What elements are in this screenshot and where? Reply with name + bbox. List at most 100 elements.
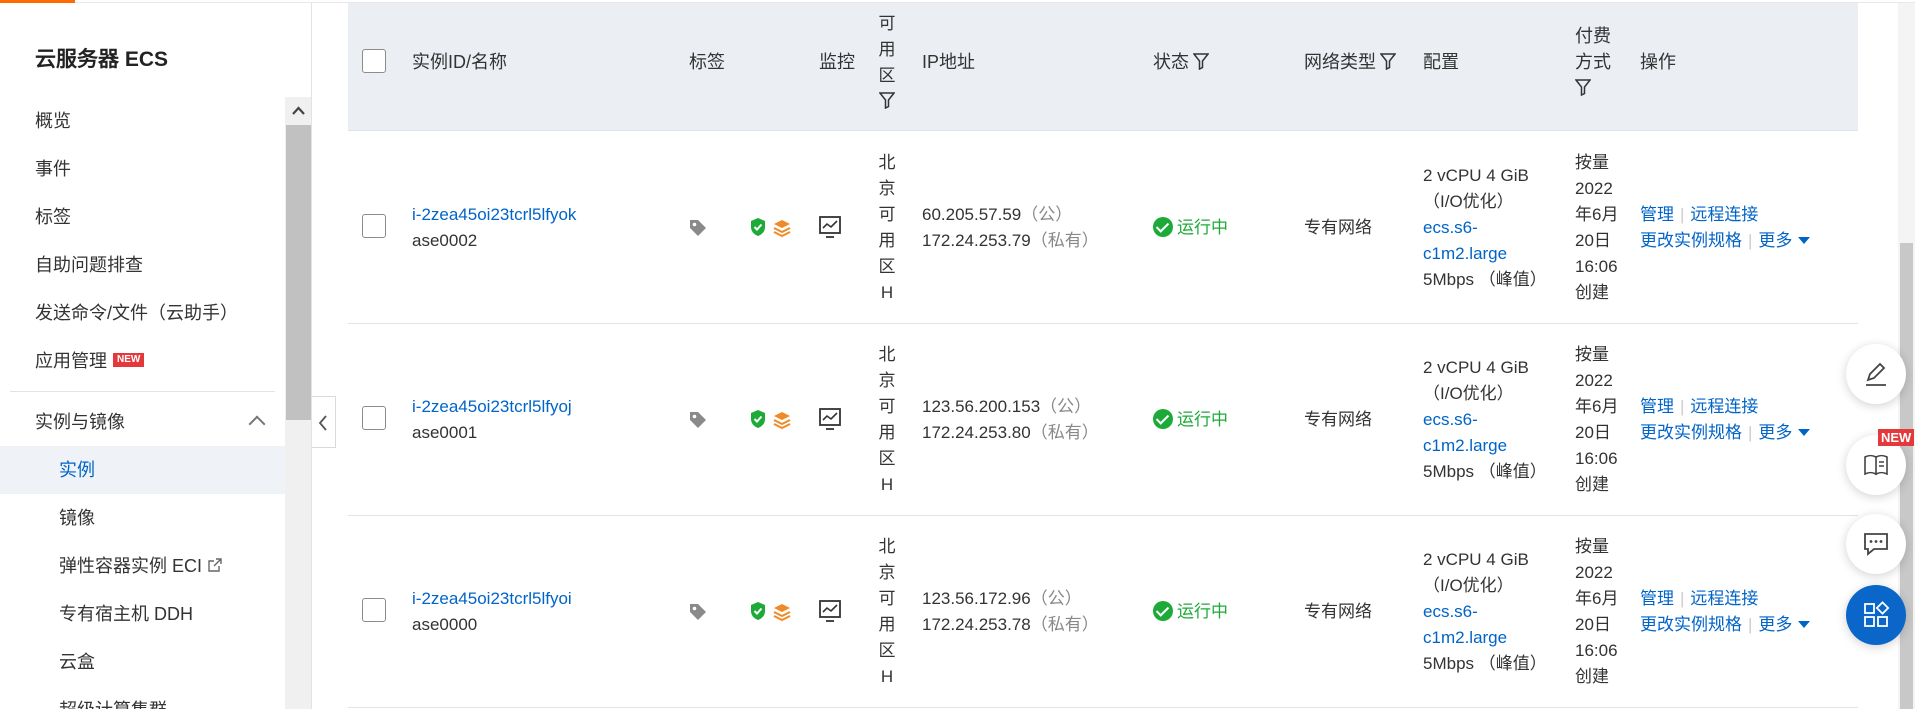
network-type: 专有网络 bbox=[1304, 218, 1372, 237]
sidebar-item-scc[interactable]: 超级计算集群 bbox=[0, 686, 285, 709]
external-link-icon bbox=[208, 558, 222, 572]
billing-line: 16:06 bbox=[1575, 257, 1618, 276]
billing-filter-icon[interactable] bbox=[1575, 79, 1591, 96]
sidebar-item-ddh[interactable]: 专有宿主机 DDH bbox=[0, 590, 285, 638]
more-dropdown[interactable]: 更多 bbox=[1758, 615, 1811, 634]
select-all-checkbox[interactable] bbox=[362, 49, 386, 73]
manage-link[interactable]: 管理 bbox=[1640, 205, 1674, 224]
zone-char: 可 bbox=[878, 589, 896, 608]
remote-connect-link[interactable]: 远程连接 bbox=[1690, 589, 1758, 608]
instance-type-link[interactable]: ecs.s6- c1m2.large bbox=[1423, 599, 1547, 651]
sidebar-item-cloud-assistant[interactable]: 发送命令/文件（云助手） bbox=[0, 289, 285, 337]
chevron-left-icon bbox=[318, 415, 327, 431]
instance-type-link[interactable]: ecs.s6- c1m2.large bbox=[1423, 215, 1547, 267]
security-shield-icon[interactable] bbox=[749, 409, 767, 429]
status-filter-icon[interactable] bbox=[1193, 53, 1209, 70]
scroll-up-arrow-icon[interactable] bbox=[285, 97, 312, 125]
apps-grid-icon bbox=[1864, 601, 1890, 627]
layers-icon[interactable] bbox=[772, 218, 792, 238]
sidebar-scrollbar-thumb[interactable] bbox=[286, 125, 311, 420]
layers-icon[interactable] bbox=[772, 410, 792, 430]
config-cell: 2 vCPU 4 GiB （I/O优化） ecs.s6- c1m2.large 5… bbox=[1423, 163, 1547, 293]
status-text: 运行中 bbox=[1177, 410, 1228, 429]
manage-link[interactable]: 管理 bbox=[1640, 589, 1674, 608]
header-tags: 标签 bbox=[689, 52, 725, 72]
zone-cell: 北 京 可 用 区 H bbox=[877, 534, 897, 690]
instance-cell: i-2zea45oi23tcrl5lfyoi ase0000 bbox=[412, 586, 572, 638]
billing-line: 20日 bbox=[1575, 615, 1611, 634]
more-dropdown[interactable]: 更多 bbox=[1758, 423, 1811, 442]
more-dropdown[interactable]: 更多 bbox=[1758, 231, 1811, 250]
sidebar-item-overview[interactable]: 概览 bbox=[0, 97, 285, 145]
sidebar-group-instances-images[interactable]: 实例与镜像 bbox=[0, 398, 285, 446]
sidebar-item-events[interactable]: 事件 bbox=[0, 145, 285, 193]
zone-filter-icon[interactable] bbox=[879, 92, 895, 110]
more-label: 更多 bbox=[1758, 615, 1793, 634]
collapse-sidebar-button[interactable] bbox=[312, 396, 336, 448]
header-network-label: 网络类型 bbox=[1304, 52, 1376, 72]
tag-icon[interactable] bbox=[688, 218, 708, 238]
feedback-edit-button[interactable] bbox=[1846, 344, 1906, 404]
sidebar-item-instances[interactable]: 实例 bbox=[0, 446, 285, 494]
billing-line: 16:06 bbox=[1575, 641, 1618, 660]
row-checkbox[interactable] bbox=[362, 598, 386, 622]
row-checkbox[interactable] bbox=[362, 214, 386, 238]
security-shield-icon[interactable] bbox=[749, 217, 767, 237]
pencil-icon bbox=[1866, 362, 1886, 386]
billing-cell: 按量 2022 年6月 20日 16:06 创建 bbox=[1575, 150, 1618, 306]
sidebar-title: 云服务器 ECS bbox=[35, 48, 169, 71]
sidebar-item-label: 实例 bbox=[59, 460, 95, 480]
config-bandwidth: 5Mbps （峰值） bbox=[1423, 270, 1547, 289]
instance-id-link[interactable]: i-2zea45oi23tcrl5lfyoi bbox=[412, 586, 572, 612]
public-ip-tag: （公） bbox=[1021, 205, 1073, 224]
change-spec-link[interactable]: 更改实例规格 bbox=[1640, 615, 1742, 634]
config-io: （I/O优化） bbox=[1423, 384, 1514, 403]
instance-type-link[interactable]: ecs.s6- c1m2.large bbox=[1423, 407, 1547, 459]
monitor-chart-icon[interactable] bbox=[818, 215, 842, 239]
new-badge: NEW bbox=[113, 353, 145, 368]
tag-icon[interactable] bbox=[688, 602, 708, 622]
sidebar-item-app-management[interactable]: 应用管理 NEW bbox=[0, 337, 285, 385]
billing-cell: 按量 2022 年6月 20日 16:06 创建 bbox=[1575, 534, 1618, 690]
remote-connect-link[interactable]: 远程连接 bbox=[1690, 397, 1758, 416]
zone-char: H bbox=[880, 475, 894, 494]
chat-bubble-icon bbox=[1864, 533, 1888, 556]
sidebar-item-images[interactable]: 镜像 bbox=[0, 494, 285, 542]
instance-type-line: ecs.s6- bbox=[1423, 602, 1478, 621]
header-actions: 操作 bbox=[1640, 52, 1676, 72]
sidebar-item-tags[interactable]: 标签 bbox=[0, 193, 285, 241]
monitor-chart-icon[interactable] bbox=[818, 407, 842, 431]
sidebar-item-label: 超级计算集群 bbox=[59, 700, 167, 709]
tag-icon[interactable] bbox=[688, 410, 708, 430]
sidebar-item-label: 事件 bbox=[35, 159, 71, 179]
chat-button[interactable] bbox=[1846, 514, 1906, 574]
public-ip-tag: （公） bbox=[1030, 589, 1082, 608]
sidebar-item-cloudbox[interactable]: 云盒 bbox=[0, 638, 285, 686]
layers-icon[interactable] bbox=[772, 602, 792, 622]
sidebar-item-eci[interactable]: 弹性容器实例 ECI bbox=[0, 542, 285, 590]
instance-name: ase0000 bbox=[412, 615, 478, 634]
billing-line: 2022 bbox=[1575, 563, 1613, 582]
zone-char: H bbox=[880, 667, 894, 686]
billing-line: 年6月 bbox=[1575, 589, 1619, 608]
manage-link[interactable]: 管理 bbox=[1640, 397, 1674, 416]
sidebar-scrollbar[interactable] bbox=[285, 97, 312, 709]
header-status: 状态 bbox=[1153, 49, 1209, 75]
billing-line: 按量 bbox=[1575, 153, 1609, 172]
apps-grid-button[interactable] bbox=[1846, 585, 1906, 645]
status-cell: 运行中 bbox=[1153, 215, 1228, 241]
sidebar-item-troubleshoot[interactable]: 自助问题排查 bbox=[0, 241, 285, 289]
network-filter-icon[interactable] bbox=[1380, 53, 1396, 70]
instance-id-link[interactable]: i-2zea45oi23tcrl5lfyoj bbox=[412, 394, 572, 420]
instance-type-line: c1m2.large bbox=[1423, 244, 1508, 263]
remote-connect-link[interactable]: 远程连接 bbox=[1690, 205, 1758, 224]
change-spec-link[interactable]: 更改实例规格 bbox=[1640, 423, 1742, 442]
instance-id-link[interactable]: i-2zea45oi23tcrl5lfyok bbox=[412, 202, 576, 228]
row-checkbox[interactable] bbox=[362, 406, 386, 430]
security-shield-icon[interactable] bbox=[749, 601, 767, 621]
public-ip: 123.56.200.153 bbox=[922, 397, 1041, 416]
change-spec-link[interactable]: 更改实例规格 bbox=[1640, 231, 1742, 250]
monitor-chart-icon[interactable] bbox=[818, 599, 842, 623]
private-ip: 172.24.253.78 bbox=[922, 615, 1031, 634]
sidebar-item-label: 概览 bbox=[35, 111, 71, 131]
